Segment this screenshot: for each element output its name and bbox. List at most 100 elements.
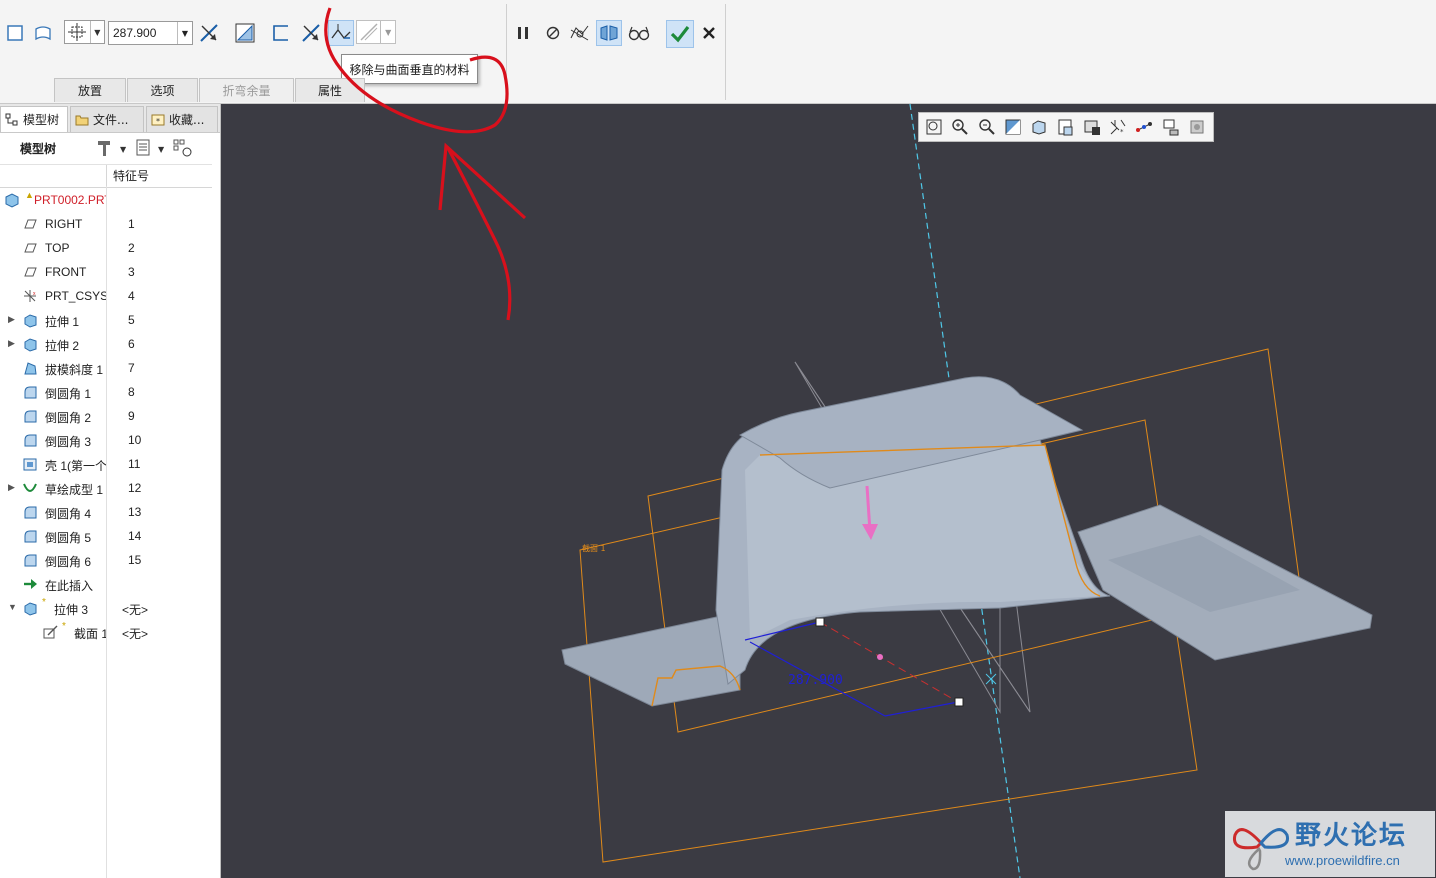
tree-item-extrude-2[interactable]: ▶ 拉伸 2 6 <box>0 332 220 356</box>
expand-icon[interactable]: ▶ <box>8 338 18 350</box>
remove-material-icon[interactable] <box>232 20 258 46</box>
drag-handle[interactable] <box>815 617 825 627</box>
extrude-icon <box>24 314 37 328</box>
tree-item-csys[interactable]: x PRT_CSYS_DEF 4 <box>0 284 220 308</box>
refit-icon[interactable] <box>923 116 945 138</box>
tree-item-section-1[interactable]: * 截面 1 <无> <box>0 620 220 644</box>
svg-text:*: * <box>1120 128 1124 136</box>
datum-display-icon[interactable]: * <box>1107 116 1129 138</box>
expand-icon[interactable]: ▶ <box>8 314 18 326</box>
tree-item-label: 拉伸 1 <box>45 315 80 329</box>
tree-item-round-1[interactable]: 倒圆角 1 8 <box>0 380 220 404</box>
zoom-in-icon[interactable] <box>949 116 971 138</box>
tree-root[interactable]: ▲ PRT0002.PRT <box>0 188 220 212</box>
depth-value-input[interactable]: 287.900 ▼ <box>108 21 193 45</box>
tree-item-round-5[interactable]: 倒圆角 5 14 <box>0 524 220 548</box>
saved-views-icon[interactable] <box>1054 116 1076 138</box>
display-style-icon[interactable] <box>1028 116 1050 138</box>
depth-option-icon <box>65 21 90 43</box>
tab-folder-browser[interactable]: 文件... <box>70 106 144 132</box>
graphics-viewport[interactable]: 287.900 截面 1 <box>222 104 1436 878</box>
annotation-display-icon[interactable] <box>1160 116 1182 138</box>
tree-item-number: 10 <box>128 433 142 447</box>
appearance-icon[interactable] <box>1186 116 1208 138</box>
spin-center-icon[interactable] <box>1133 116 1155 138</box>
offset-remove-icon <box>357 21 380 43</box>
ok-icon[interactable] <box>666 20 694 48</box>
model-tree-icon <box>5 113 18 125</box>
tree-item-number: 3 <box>128 265 135 279</box>
sketch-side-icon[interactable] <box>268 20 294 46</box>
tab-options[interactable]: 选项 <box>127 78 198 102</box>
chevron-down-icon[interactable]: ▼ <box>177 22 192 44</box>
tree-item-extrude-3[interactable]: ▼ * 拉伸 3 <无> <box>0 596 220 620</box>
preview-icon[interactable] <box>567 20 593 46</box>
tree-item-insert-here[interactable]: 在此插入 <box>0 572 220 596</box>
tab-properties[interactable]: 属性 <box>295 78 365 102</box>
datum-plane-icon <box>24 243 37 253</box>
tab-label: 模型树 <box>23 113 60 127</box>
warning-icon: ▲ <box>25 190 34 200</box>
verify-icon[interactable] <box>596 20 622 46</box>
tree-item-extrude-1[interactable]: ▶ 拉伸 1 5 <box>0 308 220 332</box>
collapse-icon[interactable]: ▼ <box>8 602 18 614</box>
offset-remove-dropdown[interactable]: ▼ <box>356 20 396 44</box>
view-manager-icon[interactable] <box>1081 116 1103 138</box>
tree-item-round-6[interactable]: 倒圆角 6 15 <box>0 548 220 572</box>
tree-item-label: 拉伸 3 <box>54 603 89 617</box>
tree-item-label: PRT_CSYS_DEF <box>45 289 106 303</box>
section-label: 截面 1 <box>582 543 606 553</box>
tree-item-label: 倒圆角 2 <box>45 411 92 425</box>
tree-item-right[interactable]: RIGHT 1 <box>0 212 220 236</box>
graphics-toolbar: * <box>918 112 1214 142</box>
repaint-icon[interactable] <box>1002 116 1024 138</box>
csys-icon: x <box>24 290 36 302</box>
flip-material-icon[interactable] <box>298 20 324 46</box>
no-preview-icon[interactable] <box>540 20 566 46</box>
show-icon[interactable]: ▼ <box>134 138 168 158</box>
tab-label: 文件... <box>93 113 129 127</box>
surface-icon[interactable] <box>30 20 56 46</box>
round-icon <box>24 386 37 399</box>
watermark-title: 野火论坛 <box>1295 821 1408 851</box>
cancel-icon[interactable] <box>696 20 722 46</box>
dimension-value[interactable]: 287.900 <box>788 673 843 688</box>
zoom-out-icon[interactable] <box>976 116 998 138</box>
expand-icon[interactable]: ▶ <box>8 482 18 494</box>
watermark: 野火论坛 www.proewildfire.cn <box>1225 811 1435 877</box>
tree-item-shell-1[interactable]: 壳 1(第一个) 11 <box>0 452 220 476</box>
flip-direction-icon[interactable] <box>196 20 222 46</box>
tree-item-round-4[interactable]: 倒圆角 4 13 <box>0 500 220 524</box>
dashboard-ribbon: ▼ 287.900 ▼ ▼ 移除与曲面垂直的材料 放置 选项 折弯余量 属性 <box>0 0 1436 104</box>
glasses-icon[interactable] <box>626 20 652 46</box>
extrude-icon <box>24 602 37 616</box>
dimension-line <box>884 701 959 717</box>
tree-item-label: 壳 1(第一个) <box>45 459 106 473</box>
column-feature-number[interactable]: 特征号 <box>106 165 212 187</box>
tree-item-top[interactable]: TOP 2 <box>0 236 220 260</box>
tree-item-label: 草绘成型 1 <box>45 483 104 497</box>
depth-option-dropdown[interactable]: ▼ <box>64 20 105 44</box>
pause-icon[interactable] <box>510 20 536 46</box>
normal-remove-icon[interactable] <box>328 20 354 46</box>
drag-handle[interactable] <box>954 697 964 707</box>
model-graphics[interactable]: 287.900 截面 1 <box>222 104 1436 878</box>
new-feature-icon: * <box>62 621 66 632</box>
tree-filter-icon[interactable] <box>172 138 194 158</box>
tree-item-label: 拔模斜度 1 <box>45 363 104 377</box>
solid-icon[interactable] <box>2 20 28 46</box>
extrude-icon <box>24 338 37 352</box>
tree-item-number: 15 <box>128 553 142 567</box>
tree-item-number: 4 <box>128 289 135 303</box>
tab-placement[interactable]: 放置 <box>54 78 126 102</box>
tab-favorites[interactable]: * 收藏... <box>146 106 218 132</box>
settings-icon[interactable]: ▼ <box>96 138 126 158</box>
tree-item-round-2[interactable]: 倒圆角 2 9 <box>0 404 220 428</box>
tab-model-tree[interactable]: 模型树 <box>0 106 68 132</box>
tree-item-front[interactable]: FRONT 3 <box>0 260 220 284</box>
tree-item-label: 在此插入 <box>45 579 94 593</box>
tree-item-form-1[interactable]: ▶ 草绘成型 1 12 <box>0 476 220 500</box>
tree-item-round-3[interactable]: 倒圆角 3 10 <box>0 428 220 452</box>
tree-item-draft-1[interactable]: 拔模斜度 1 7 <box>0 356 220 380</box>
part-wall-front <box>745 445 1100 640</box>
